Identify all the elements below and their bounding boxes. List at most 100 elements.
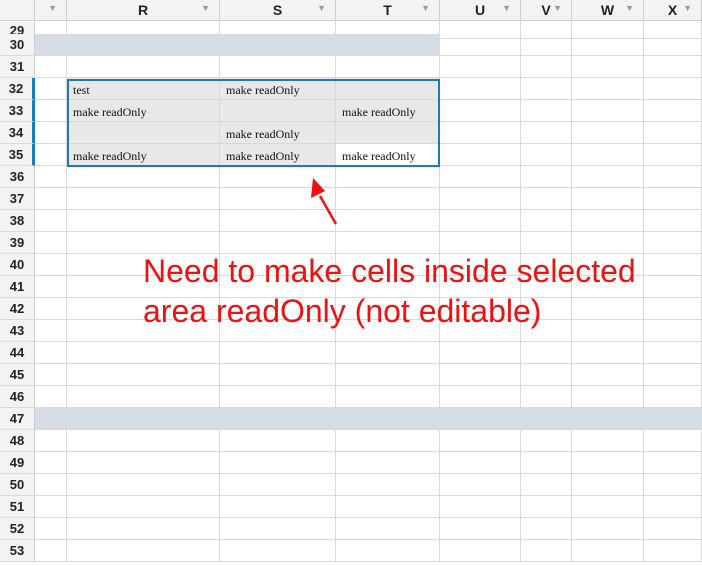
column-header-r[interactable]: R ▼ (67, 0, 220, 21)
grid-cell[interactable] (35, 342, 67, 364)
grid-cell[interactable] (644, 144, 702, 166)
grid-cell[interactable] (220, 496, 336, 518)
grid-cell[interactable]: make readOnly (220, 78, 336, 100)
grid-cell[interactable] (572, 452, 644, 474)
grid-cell[interactable] (644, 210, 702, 232)
grid-cell[interactable] (521, 474, 572, 496)
grid-cell[interactable] (521, 408, 572, 430)
row-header-30[interactable]: 30 (0, 34, 35, 56)
grid-cell[interactable] (336, 518, 440, 540)
grid-cell[interactable]: make readOnly (220, 144, 336, 166)
grid-cell[interactable] (67, 386, 220, 408)
row-header-50[interactable]: 50 (0, 474, 35, 496)
column-header-q[interactable]: ▼ (35, 0, 67, 21)
grid-cell[interactable] (644, 474, 702, 496)
grid-cell[interactable] (644, 364, 702, 386)
row-header-41[interactable]: 41 (0, 276, 35, 298)
row-header-33[interactable]: 33 (0, 100, 35, 122)
grid-cell[interactable] (67, 364, 220, 386)
grid-cell[interactable] (440, 452, 521, 474)
grid-cell[interactable] (35, 320, 67, 342)
column-header-w[interactable]: W ▼ (572, 0, 644, 21)
grid-cell[interactable] (440, 34, 521, 56)
grid-cell[interactable] (35, 408, 67, 430)
row-header-34[interactable]: 34 (0, 122, 35, 144)
grid-cell[interactable] (67, 188, 220, 210)
grid-cell[interactable] (35, 144, 67, 166)
grid-cell[interactable] (644, 342, 702, 364)
grid-cell[interactable] (336, 364, 440, 386)
grid-cell[interactable] (521, 386, 572, 408)
filter-icon[interactable]: ▼ (317, 4, 326, 13)
grid-cell[interactable] (572, 430, 644, 452)
grid-cell[interactable] (35, 298, 67, 320)
grid-cell[interactable] (440, 474, 521, 496)
grid-cell[interactable] (440, 122, 521, 144)
grid-cell[interactable] (572, 56, 644, 78)
grid-cell[interactable] (220, 518, 336, 540)
grid-cell[interactable] (220, 474, 336, 496)
filter-icon[interactable]: ▼ (201, 4, 210, 13)
grid-cell[interactable] (521, 56, 572, 78)
grid-cell[interactable] (336, 34, 440, 56)
grid-cell[interactable] (67, 56, 220, 78)
row-header-37[interactable]: 37 (0, 188, 35, 210)
select-all-corner[interactable] (0, 0, 35, 21)
grid-cell[interactable] (644, 78, 702, 100)
grid-cell[interactable]: make readOnly (67, 144, 220, 166)
grid-cell[interactable] (440, 342, 521, 364)
grid-cell[interactable] (35, 386, 67, 408)
grid-cell[interactable] (440, 166, 521, 188)
grid-cell[interactable] (35, 430, 67, 452)
grid-cell[interactable] (35, 100, 67, 122)
grid-cell[interactable] (572, 540, 644, 562)
row-header-47[interactable]: 47 (0, 408, 35, 430)
row-header-31[interactable]: 31 (0, 56, 35, 78)
grid-cell[interactable] (336, 188, 440, 210)
grid-cell[interactable] (336, 386, 440, 408)
grid-cell[interactable] (521, 364, 572, 386)
grid-cell[interactable] (336, 408, 440, 430)
grid-cell[interactable] (67, 34, 220, 56)
grid-cell[interactable] (220, 408, 336, 430)
column-header-u[interactable]: U ▼ (440, 0, 521, 21)
row-header-44[interactable]: 44 (0, 342, 35, 364)
grid-cell[interactable]: make readOnly (67, 100, 220, 122)
grid-cell[interactable] (336, 166, 440, 188)
grid-cell[interactable] (35, 276, 67, 298)
grid-cell[interactable] (521, 166, 572, 188)
grid-cell[interactable] (35, 540, 67, 562)
filter-icon[interactable]: ▼ (625, 4, 634, 13)
grid-cell[interactable] (67, 210, 220, 232)
grid-cell[interactable] (572, 518, 644, 540)
grid-cell[interactable]: make readOnly (336, 144, 440, 166)
grid-cell[interactable] (521, 100, 572, 122)
row-header-32[interactable]: 32 (0, 78, 35, 100)
grid-cell[interactable] (440, 210, 521, 232)
grid-cell[interactable] (440, 56, 521, 78)
spreadsheet-grid[interactable]: ▼ R ▼ S ▼ T ▼ U ▼ V ▼ W ▼ X ▼ 29 30 31 32 test make readOnl… (0, 0, 702, 566)
row-header-35[interactable]: 35 (0, 144, 35, 166)
row-header-42[interactable]: 42 (0, 298, 35, 320)
row-header-39[interactable]: 39 (0, 232, 35, 254)
grid-cell[interactable] (572, 474, 644, 496)
grid-cell[interactable] (67, 408, 220, 430)
row-header-52[interactable]: 52 (0, 518, 35, 540)
grid-cell[interactable] (440, 188, 521, 210)
column-header-s[interactable]: S ▼ (220, 0, 336, 21)
row-header-40[interactable]: 40 (0, 254, 35, 276)
grid-cell[interactable] (644, 386, 702, 408)
row-header-53[interactable]: 53 (0, 540, 35, 562)
grid-cell[interactable] (220, 386, 336, 408)
row-header-49[interactable]: 49 (0, 452, 35, 474)
grid-cell[interactable] (336, 452, 440, 474)
grid-cell[interactable] (35, 166, 67, 188)
grid-cell[interactable] (67, 496, 220, 518)
grid-cell[interactable] (220, 188, 336, 210)
grid-cell[interactable] (440, 408, 521, 430)
grid-cell[interactable] (572, 188, 644, 210)
grid-cell[interactable] (220, 364, 336, 386)
grid-cell[interactable] (35, 518, 67, 540)
grid-cell[interactable] (220, 166, 336, 188)
grid-cell[interactable] (67, 430, 220, 452)
